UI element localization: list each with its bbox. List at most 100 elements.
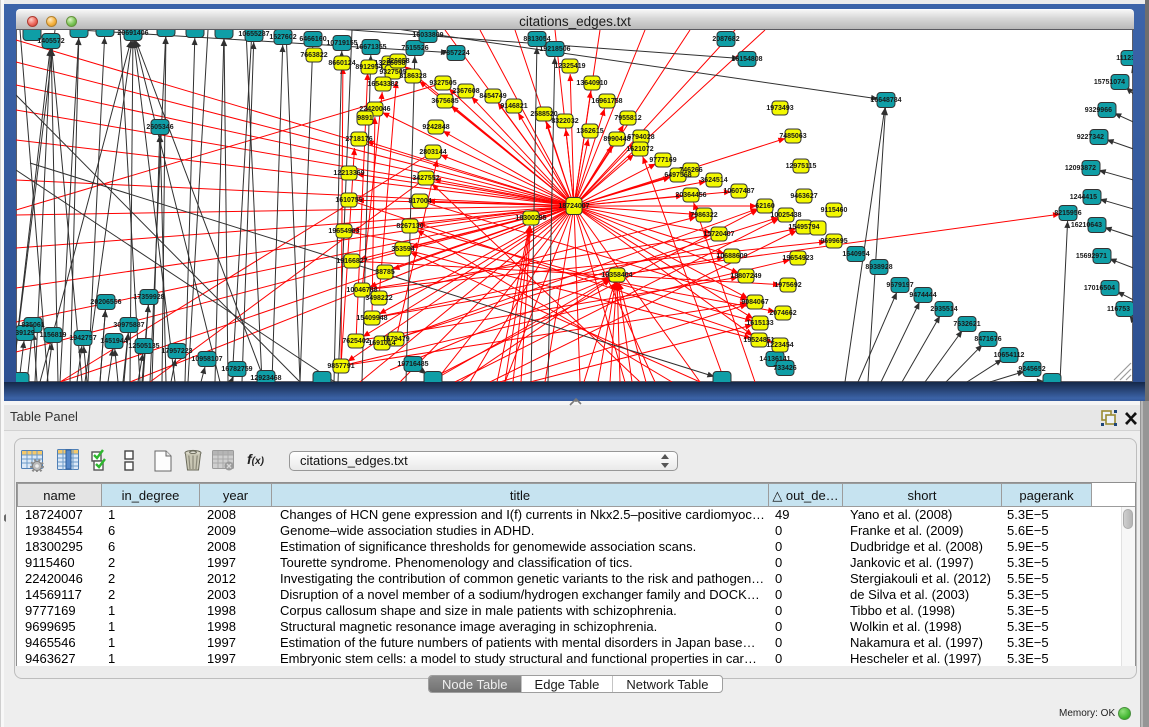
svg-text:39129: 39129	[16, 330, 35, 337]
svg-text:226058: 226058	[386, 58, 409, 65]
svg-text:10958107: 10958107	[191, 356, 222, 363]
svg-text:2087682: 2087682	[712, 36, 739, 43]
svg-text:9679197: 9679197	[886, 282, 913, 289]
svg-text:1362615: 1362615	[576, 128, 603, 135]
svg-text:10719155: 10719155	[326, 40, 357, 47]
svg-text:9777169: 9777169	[649, 157, 676, 164]
svg-text:15751074: 15751074	[1094, 79, 1125, 86]
svg-text:13640910: 13640910	[576, 80, 607, 87]
svg-text:7986322: 7986322	[690, 212, 717, 219]
svg-text:16033809: 16033809	[412, 32, 443, 39]
svg-text:8215956: 8215956	[1054, 210, 1081, 217]
svg-text:9242848: 9242848	[422, 124, 449, 131]
svg-text:1942757: 1942757	[69, 335, 96, 342]
svg-text:1405572: 1405572	[37, 38, 64, 45]
svg-text:9857791: 9857791	[327, 363, 354, 370]
svg-text:1244415: 1244415	[1070, 194, 1097, 201]
svg-text:1621072: 1621072	[626, 146, 653, 153]
svg-text:8813054: 8813054	[523, 36, 550, 43]
svg-text:20691406: 20691406	[117, 30, 148, 37]
svg-text:15495794: 15495794	[788, 224, 819, 231]
svg-text:10654112: 10654112	[994, 352, 1025, 359]
svg-text:1527602: 1527602	[269, 34, 296, 41]
svg-text:8267130: 8267130	[396, 223, 423, 230]
svg-text:6794028: 6794028	[627, 134, 654, 141]
svg-text:15409948: 15409948	[356, 315, 387, 322]
svg-text:2588520: 2588520	[530, 111, 557, 118]
svg-text:1615133: 1615133	[746, 320, 773, 327]
svg-text:14136141: 14136141	[759, 356, 790, 363]
svg-text:7955812: 7955812	[614, 115, 641, 122]
svg-text:2605346: 2605346	[146, 124, 173, 131]
svg-text:835061: 835061	[21, 322, 44, 329]
svg-text:19524851: 19524851	[743, 337, 774, 344]
svg-text:1679479: 1679479	[382, 336, 409, 343]
svg-text:9329966: 9329966	[1085, 107, 1112, 114]
svg-text:3675685: 3675685	[431, 98, 458, 105]
svg-text:19716485: 19716485	[397, 361, 428, 368]
svg-text:817004: 817004	[408, 198, 431, 205]
svg-text:2935514: 2935514	[930, 306, 957, 313]
svg-text:10607487: 10607487	[723, 188, 754, 195]
svg-text:9146821: 9146821	[500, 103, 527, 110]
svg-text:7632621: 7632621	[953, 321, 980, 328]
svg-text:9327505: 9327505	[429, 80, 456, 87]
svg-text:16648784: 16648784	[870, 97, 901, 104]
svg-text:10025438: 10025438	[770, 212, 801, 219]
svg-text:7857224: 7857224	[442, 50, 469, 57]
svg-text:19358404: 19358404	[601, 272, 632, 279]
svg-text:17016504: 17016504	[1084, 285, 1115, 292]
svg-text:9227342: 9227342	[1077, 134, 1104, 141]
svg-text:15720407: 15720407	[703, 231, 734, 238]
svg-text:9115460: 9115460	[821, 207, 848, 214]
svg-text:10655287: 10655287	[238, 31, 269, 38]
svg-text:7485063: 7485063	[779, 133, 806, 140]
svg-text:17957223: 17957223	[161, 348, 192, 355]
svg-text:17359928: 17359928	[133, 294, 164, 301]
svg-text:10688609: 10688609	[716, 253, 747, 260]
svg-text:116753: 116753	[1107, 306, 1130, 313]
svg-text:733426: 733426	[773, 365, 796, 372]
svg-text:7663822: 7663822	[300, 52, 327, 59]
svg-text:19166827: 19166827	[336, 258, 367, 265]
svg-text:22420046: 22420046	[359, 106, 390, 113]
svg-text:30975887: 30975887	[113, 322, 144, 329]
svg-text:15692971: 15692971	[1076, 253, 1107, 260]
svg-text:746266: 746266	[679, 167, 702, 174]
svg-text:18724007: 18724007	[558, 203, 589, 210]
svg-text:12505135: 12505135	[128, 343, 159, 350]
svg-text:12093872: 12093872	[1065, 165, 1096, 172]
svg-text:16210643: 16210643	[1071, 222, 1102, 229]
svg-text:12975115: 12975115	[786, 163, 817, 170]
svg-text:7625402: 7625402	[342, 338, 369, 345]
svg-text:8660124: 8660124	[328, 60, 355, 67]
svg-text:19218506: 19218506	[539, 46, 570, 53]
svg-text:12923468: 12923468	[250, 375, 281, 382]
svg-text:9084067: 9084067	[741, 299, 768, 306]
svg-text:2367608: 2367608	[452, 88, 479, 95]
svg-text:2074662: 2074662	[769, 310, 796, 317]
svg-text:12325419: 12325419	[554, 63, 585, 70]
svg-text:1610755: 1610755	[335, 197, 362, 204]
svg-text:18300295: 18300295	[515, 215, 546, 222]
svg-text:6466160: 6466160	[299, 36, 326, 43]
svg-text:1975692: 1975692	[774, 282, 801, 289]
svg-text:9474444: 9474444	[909, 292, 936, 299]
svg-text:1973493: 1973493	[766, 105, 793, 112]
svg-text:38785: 38785	[375, 269, 395, 276]
svg-text:3427552: 3427552	[412, 175, 439, 182]
svg-text:9699695: 9699695	[820, 238, 847, 245]
svg-text:1156819: 1156819	[40, 332, 67, 339]
svg-text:11123: 11123	[1116, 55, 1133, 62]
svg-text:16671355: 16671355	[355, 44, 386, 51]
svg-text:20206556: 20206556	[90, 299, 121, 306]
svg-text:1451944: 1451944	[100, 338, 127, 345]
svg-text:20364456: 20364456	[675, 192, 706, 199]
svg-text:3498222: 3498222	[365, 295, 392, 302]
svg-text:8938928: 8938928	[865, 264, 892, 271]
svg-text:353594: 353594	[391, 246, 414, 253]
svg-text:16961758: 16961758	[591, 98, 622, 105]
svg-text:2803144: 2803144	[419, 149, 446, 156]
svg-text:9891: 9891	[357, 115, 373, 122]
svg-text:7515526: 7515526	[401, 45, 428, 52]
